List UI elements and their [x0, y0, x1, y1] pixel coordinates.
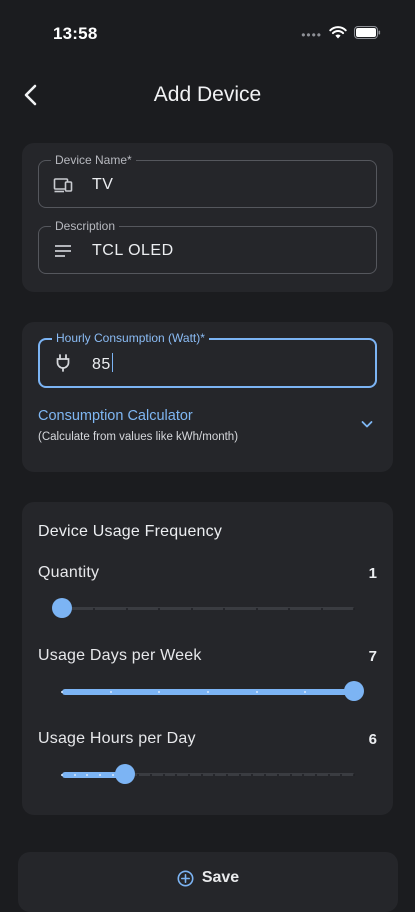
slider-ticks [61, 691, 355, 693]
slider-thumb[interactable] [344, 681, 364, 701]
slider-thumb[interactable] [115, 764, 136, 784]
slider-tick [190, 608, 193, 610]
quantity-value: 1 [368, 565, 377, 582]
status-bar: 13:58 •••• [0, 0, 415, 60]
slider-tick [264, 774, 267, 776]
text-caret [111, 353, 114, 372]
slider-tick [304, 691, 307, 693]
slider-tick [353, 608, 355, 610]
description-field[interactable]: Description TCL OLED [38, 219, 377, 274]
slider-tick [162, 774, 165, 776]
add-circle-icon [177, 870, 194, 886]
app-header: Add Device [0, 72, 415, 120]
slider-tick [314, 774, 317, 776]
consumption-card: Hourly Consumption (Watt)* 85 Consumptio… [22, 322, 393, 472]
slider-tick [158, 608, 161, 610]
slider-thumb[interactable] [52, 598, 72, 618]
slider-tick [99, 774, 102, 776]
hourly-consumption-value: 85 [92, 356, 111, 373]
slider-tick [223, 608, 226, 610]
slider-tick [226, 774, 229, 776]
slider-tick [61, 691, 63, 693]
hourly-consumption-label: Hourly Consumption (Watt)* [52, 331, 209, 345]
slider-tick [320, 608, 323, 610]
slider-tick [340, 774, 343, 776]
description-label: Description [51, 219, 120, 233]
slider-tick [213, 774, 216, 776]
slider-tick [187, 774, 190, 776]
status-icons: •••• [301, 26, 381, 44]
slider-tick [251, 774, 254, 776]
slider-tick [238, 774, 241, 776]
slider-tick [353, 774, 355, 776]
device-name-field[interactable]: Device Name* TV [38, 153, 377, 208]
quantity-slider[interactable] [52, 598, 355, 620]
hours-per-day-label: Usage Hours per Day [38, 730, 196, 747]
notes-icon [53, 241, 73, 261]
slider-tick [255, 608, 258, 610]
slider-tick [158, 691, 161, 693]
chevron-down-icon[interactable] [359, 416, 375, 432]
slider-tick [288, 608, 291, 610]
days-per-week-label: Usage Days per Week [38, 647, 202, 664]
slider-tick [111, 774, 114, 776]
plug-icon [53, 353, 73, 373]
slider-tick [175, 774, 178, 776]
days-per-week-value: 7 [368, 648, 377, 665]
slider-tick [137, 774, 140, 776]
slider-tick [93, 608, 96, 610]
slider-tick [61, 774, 63, 776]
slider-tick [200, 774, 203, 776]
slider-tick [86, 774, 89, 776]
slider-tick [302, 774, 305, 776]
hourly-consumption-field[interactable]: Hourly Consumption (Watt)* 85 [38, 331, 377, 388]
slider-tick [327, 774, 330, 776]
hours-per-day-value: 6 [368, 731, 377, 748]
slider-tick [149, 774, 152, 776]
save-label: Save [201, 869, 240, 886]
slider-tick [289, 774, 292, 776]
slider-tick [125, 608, 128, 610]
device-info-card: Device Name* TV Description TCL OLED [22, 143, 393, 292]
quantity-label: Quantity [38, 564, 100, 581]
slider-tick [276, 774, 279, 776]
slider-tick [73, 774, 76, 776]
slider-tick [255, 691, 258, 693]
hourly-consumption-input[interactable]: 85 [92, 353, 114, 375]
calculator-title: Consumption Calculator [38, 408, 193, 424]
slider-ticks [61, 608, 355, 610]
hours-per-day-slider[interactable] [61, 764, 355, 786]
slider-tick [109, 691, 112, 693]
days-per-week-slider[interactable] [61, 681, 364, 703]
devices-icon [53, 175, 73, 195]
save-bar: Save [18, 852, 398, 912]
calculator-subtitle: (Calculate from values like kWh/month) [38, 431, 239, 443]
signal-dots: •••• [301, 28, 322, 42]
save-button[interactable]: Save [18, 869, 398, 887]
wifi-icon [329, 26, 347, 44]
battery-icon [354, 26, 381, 44]
frequency-title: Device Usage Frequency [38, 523, 223, 540]
status-time: 13:58 [53, 24, 98, 43]
slider-tick [207, 691, 209, 693]
slider-ticks [61, 774, 355, 776]
page-title: Add Device [153, 83, 262, 106]
usage-frequency-card: Device Usage Frequency Quantity 1 Usage … [22, 502, 393, 815]
device-name-label: Device Name* [51, 153, 136, 167]
description-input[interactable]: TCL OLED [92, 241, 174, 261]
device-name-input[interactable]: TV [92, 175, 113, 195]
